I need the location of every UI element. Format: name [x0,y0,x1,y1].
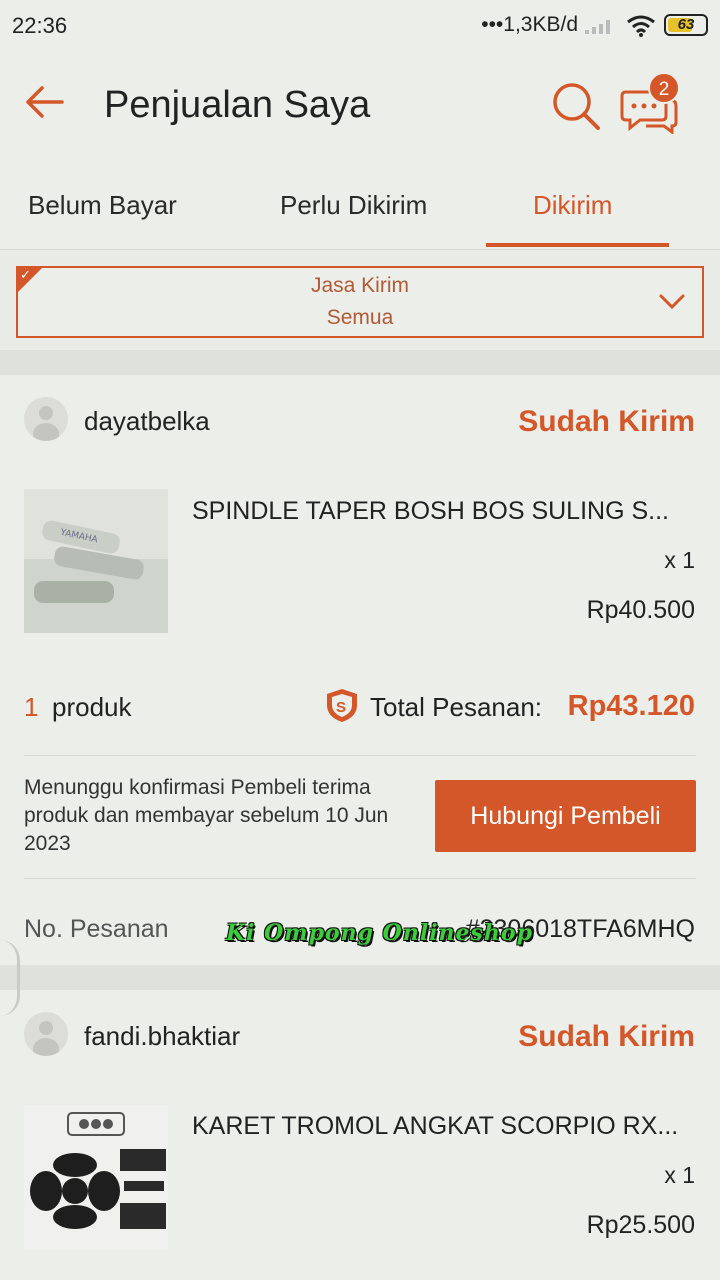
signal-icon [585,20,610,34]
order-status: Sudah Kirim [518,1020,695,1053]
order-card[interactable]: fandi.bhaktiar Sudah Kirim KARET TROMOL … [0,990,720,1280]
product-count-label: produk [52,692,132,722]
watermark-text: Ki Ompong Onlineshop [226,920,533,946]
product-thumbnail[interactable]: YAMAHA [24,489,168,633]
order-number-label: No. Pesanan [24,915,169,943]
product-name: SPINDLE TAPER BOSH BOS SULING S... [192,497,669,525]
battery-icon: 63 [664,14,708,36]
section-separator [0,350,720,375]
order-total: Rp43.120 [567,690,695,722]
courier-filter-dropdown[interactable]: ✓ Jasa Kirim Semua [16,266,704,338]
app-bar: Penjualan Saya 2 [0,52,720,162]
confirmation-note: Menunggu konfirmasi Pembeli terima produ… [24,776,389,855]
product-price: Rp40.500 [586,596,695,624]
product-quantity: x 1 [664,547,695,573]
section-separator [0,965,720,990]
edge-swipe-handle[interactable] [0,940,20,1016]
total-label: Total Pesanan: [370,692,543,722]
chat-badge: 2 [648,72,680,104]
product-count: 1 [24,692,39,722]
avatar [24,397,68,441]
product-quantity: x 1 [664,1162,695,1188]
order-status: Sudah Kirim [518,405,695,438]
svg-text:S: S [336,699,346,716]
avatar [24,1012,68,1056]
status-time: 22:36 [12,13,68,38]
tab-perlu-dikirim[interactable]: Perlu Dikirim [280,190,427,221]
buyer-username[interactable]: dayatbelka [84,406,210,437]
page-title: Penjualan Saya [104,84,371,126]
tab-belum-bayar[interactable]: Belum Bayar [28,190,177,221]
shield-icon: S [327,689,357,722]
product-thumbnail[interactable] [24,1105,168,1249]
divider [24,878,696,879]
search-icon[interactable] [550,80,602,132]
network-speed: •••1,3KB/d [481,13,578,36]
status-bar: 22:36 •••1,3KB/d 63 [0,0,720,52]
contact-buyer-button[interactable]: Hubungi Pembeli [435,780,696,852]
product-price: Rp25.500 [586,1211,695,1239]
filter-label: Jasa Kirim [310,274,410,297]
tab-dikirim[interactable]: Dikirim [533,190,612,221]
chevron-down-icon [659,294,685,310]
active-tab-indicator [486,243,669,247]
divider [24,755,696,756]
battery-level: 63 [677,16,695,33]
wifi-icon [627,15,655,37]
tab-bar: Belum Bayar Perlu Dikirim Dikirim [0,162,720,250]
product-name: KARET TROMOL ANGKAT SCORPIO RX... [192,1112,679,1140]
order-card[interactable]: dayatbelka Sudah Kirim YAMAHA SPINDLE TA… [0,375,720,965]
filter-value: Semua [326,306,394,329]
buyer-username[interactable]: fandi.bhaktiar [84,1021,240,1052]
back-arrow-icon[interactable] [22,80,66,124]
